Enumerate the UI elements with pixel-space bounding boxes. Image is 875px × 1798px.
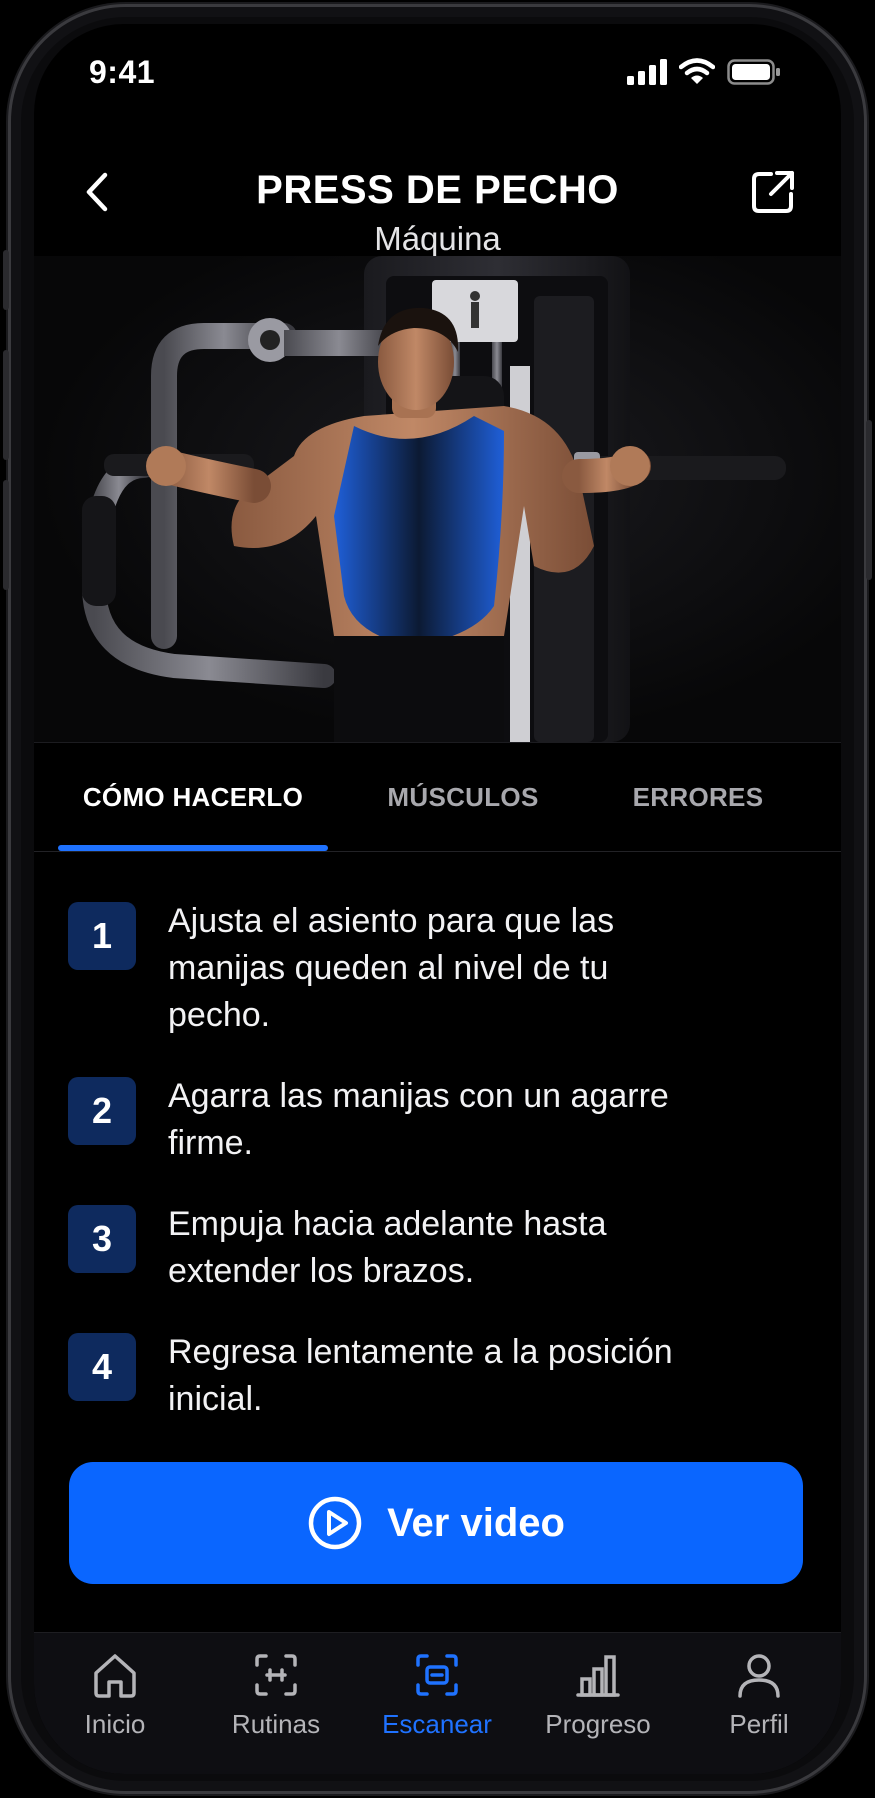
nav-label: Escanear xyxy=(382,1709,492,1739)
tab-musculos[interactable]: MÚSCULOS xyxy=(328,743,598,851)
step-item: 1 Ajusta el asiento para que las manijas… xyxy=(68,898,808,1039)
volume-down-button xyxy=(3,480,9,590)
step-item: 2 Agarra las manijas con un agarre firme… xyxy=(68,1073,808,1167)
share-button[interactable] xyxy=(743,162,803,222)
page-title: PRESS DE PECHO xyxy=(256,168,619,212)
progress-chart-icon xyxy=(576,1655,620,1697)
screen: 9:41 PRESS DE PECHO Máquina CÓMO HACERLO… xyxy=(34,24,841,1774)
step-text: Ajusta el asiento para que las manijas q… xyxy=(168,902,615,1034)
home-icon xyxy=(94,1654,136,1698)
status-time: 9:41 xyxy=(89,54,156,90)
tab-como-hacerlo[interactable]: CÓMO HACERLO xyxy=(58,743,328,851)
status-icons xyxy=(627,58,781,86)
battery-icon xyxy=(727,59,780,85)
nav-perfil[interactable]: Perfil xyxy=(689,1651,829,1761)
routines-icon xyxy=(255,1654,297,1696)
watch-video-button[interactable]: Ver video xyxy=(69,1462,803,1584)
step-text: Empuja hacia adelante hasta extender los… xyxy=(168,1205,607,1290)
watch-video-label: Ver video xyxy=(387,1500,565,1545)
chest-press-illustration xyxy=(82,256,786,742)
step-item: 3 Empuja hacia adelante hasta extender l… xyxy=(68,1201,808,1295)
exercise-image xyxy=(34,256,841,742)
scan-icon xyxy=(416,1654,458,1696)
nav-label: Inicio xyxy=(84,1709,146,1739)
mute-switch xyxy=(3,250,9,310)
header: PRESS DE PECHO Máquina xyxy=(34,144,841,264)
step-number: 3 xyxy=(68,1205,136,1273)
step-text: Agarra las manijas con un agarre firme. xyxy=(168,1077,669,1162)
wifi-icon xyxy=(679,58,715,84)
nav-label: Perfil xyxy=(729,1709,789,1739)
page-subtitle: Máquina xyxy=(374,220,501,257)
steps-list: 1 Ajusta el asiento para que las manijas… xyxy=(68,898,808,1457)
external-link-icon xyxy=(752,171,794,213)
power-button xyxy=(866,420,872,580)
volume-up-button xyxy=(3,350,9,460)
active-tab-indicator xyxy=(58,845,328,851)
bottom-nav: Inicio Rutinas Escanear Progreso Perfil xyxy=(34,1632,841,1774)
nav-inicio[interactable]: Inicio xyxy=(45,1651,185,1761)
step-number: 1 xyxy=(68,902,136,970)
nav-rutinas[interactable]: Rutinas xyxy=(206,1651,346,1761)
step-number: 4 xyxy=(68,1333,136,1401)
step-item: 4 Regresa lentamente a la posición inici… xyxy=(68,1329,808,1423)
signal-icon xyxy=(627,59,667,85)
step-text: Regresa lentamente a la posición inicial… xyxy=(168,1333,673,1418)
nav-label: Progreso xyxy=(545,1709,651,1739)
step-number: 2 xyxy=(68,1077,136,1145)
nav-escanear[interactable]: Escanear xyxy=(367,1651,507,1761)
profile-icon xyxy=(738,1654,780,1698)
nav-label: Rutinas xyxy=(231,1709,321,1739)
play-circle-icon xyxy=(308,1496,362,1550)
nav-progreso[interactable]: Progreso xyxy=(528,1651,668,1761)
status-bar: 9:41 xyxy=(34,24,841,114)
tab-errores[interactable]: ERRORES xyxy=(578,743,818,851)
tab-bar: CÓMO HACERLO MÚSCULOS ERRORES xyxy=(34,742,841,852)
